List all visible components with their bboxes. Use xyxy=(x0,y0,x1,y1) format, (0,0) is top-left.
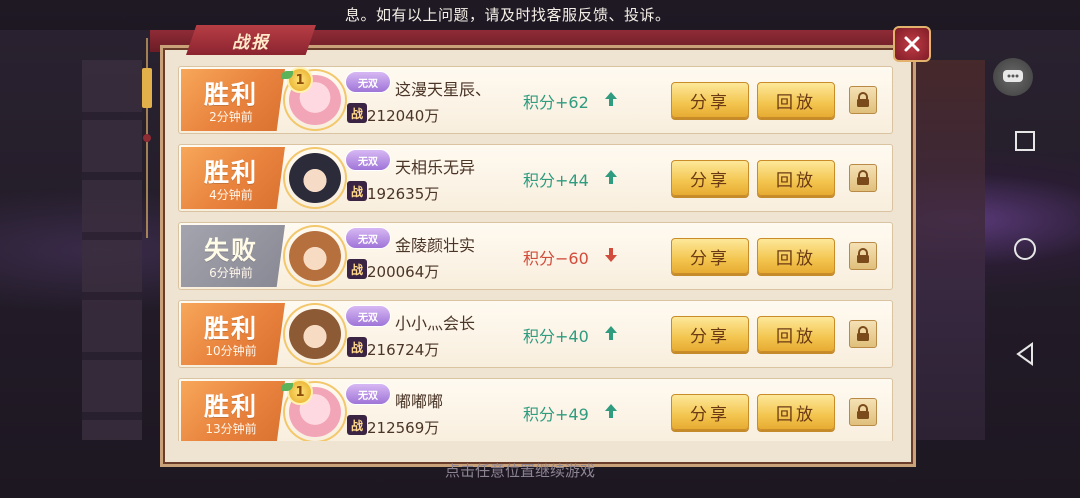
close-button[interactable] xyxy=(893,26,931,62)
opponent-power: 200064万 xyxy=(367,263,440,281)
lock-icon[interactable] xyxy=(849,320,877,348)
replay-button[interactable]: 回放 xyxy=(757,394,835,430)
recent-apps-button[interactable] xyxy=(1002,118,1048,164)
dialog-title: 战报 xyxy=(186,25,316,55)
home-button[interactable] xyxy=(1002,226,1048,272)
rank-medal-icon: 1 xyxy=(281,67,313,93)
result-badge: 失败 6分钟前 xyxy=(181,225,285,287)
battle-power-icon: 战 xyxy=(347,337,367,357)
tier-badge-icon: 无双 xyxy=(345,383,391,405)
opponent-name: 小小灬会长 xyxy=(395,314,476,333)
battle-record-row: 胜利 2分钟前 1 无双 战 这漫天星辰、 212040万 积分+62 分享 回… xyxy=(178,66,893,134)
opponent-name: 天相乐无异 xyxy=(395,158,476,177)
replay-button[interactable]: 回放 xyxy=(757,160,835,196)
replay-button[interactable]: 回放 xyxy=(757,238,835,274)
continue-hint[interactable]: 点击任意位置继续游戏 xyxy=(0,460,1080,481)
result-badge: 胜利 13分钟前 xyxy=(181,381,285,441)
battle-record-row: 胜利 10分钟前 无双 战 小小灬会长 216724万 积分+40 分享 回放 xyxy=(178,300,893,368)
result-label: 胜利 xyxy=(203,314,258,343)
lock-icon[interactable] xyxy=(849,164,877,192)
arrow-up-icon xyxy=(603,323,619,343)
opponent-avatar[interactable] xyxy=(283,303,347,365)
result-label: 胜利 xyxy=(203,80,258,109)
close-icon xyxy=(904,36,920,52)
share-button[interactable]: 分享 xyxy=(671,82,749,118)
battle-power-icon: 战 xyxy=(347,415,367,435)
share-button[interactable]: 分享 xyxy=(671,394,749,430)
opponent-power: 212569万 xyxy=(367,419,440,437)
share-button[interactable]: 分享 xyxy=(671,160,749,196)
battle-record-row: 胜利 13分钟前 1 无双 战 嘟嘟嘟 212569万 积分+49 分享 回放 xyxy=(178,378,893,441)
tier-badge-icon: 无双 xyxy=(345,305,391,327)
arrow-up-icon xyxy=(603,401,619,421)
result-badge: 胜利 10分钟前 xyxy=(181,303,285,365)
background-side-panel xyxy=(905,60,985,440)
lock-icon[interactable] xyxy=(849,242,877,270)
battle-time: 10分钟前 xyxy=(205,344,257,358)
battle-record-row: 失败 6分钟前 无双 战 金陵颜壮实 200064万 积分−60 分享 回放 xyxy=(178,222,893,290)
arrow-up-icon xyxy=(603,89,619,109)
tier-badge-icon: 无双 xyxy=(345,149,391,171)
battle-power-icon: 战 xyxy=(347,103,367,123)
battle-time: 6分钟前 xyxy=(209,266,253,280)
battle-time: 4分钟前 xyxy=(209,188,253,202)
background-hero-list xyxy=(82,60,142,440)
score-change: 积分−60 xyxy=(523,249,589,268)
share-button[interactable]: 分享 xyxy=(671,316,749,352)
lock-icon[interactable] xyxy=(849,398,877,426)
arrow-up-icon xyxy=(603,167,619,187)
lantern-decoration xyxy=(140,38,154,238)
opponent-power: 212040万 xyxy=(367,107,440,125)
battle-record-list[interactable]: 胜利 2分钟前 1 无双 战 这漫天星辰、 212040万 积分+62 分享 回… xyxy=(178,66,893,441)
score-change: 积分+40 xyxy=(523,327,589,346)
opponent-power: 192635万 xyxy=(367,185,440,203)
opponent-avatar[interactable] xyxy=(283,147,347,209)
replay-button[interactable]: 回放 xyxy=(757,316,835,352)
result-label: 胜利 xyxy=(203,158,258,187)
battle-power-icon: 战 xyxy=(347,181,367,201)
result-label: 失败 xyxy=(203,236,258,265)
arrow-down-icon xyxy=(603,245,619,265)
back-button[interactable] xyxy=(1002,331,1048,377)
battle-record-row: 胜利 4分钟前 无双 战 天相乐无异 192635万 积分+44 分享 回放 xyxy=(178,144,893,212)
opponent-power: 216724万 xyxy=(367,341,440,359)
result-label: 胜利 xyxy=(203,392,258,421)
opponent-name: 金陵颜壮实 xyxy=(395,236,476,255)
tier-badge-icon: 无双 xyxy=(345,227,391,249)
result-badge: 胜利 4分钟前 xyxy=(181,147,285,209)
battle-power-icon: 战 xyxy=(347,259,367,279)
replay-button[interactable]: 回放 xyxy=(757,82,835,118)
rank-medal-icon: 1 xyxy=(281,379,313,405)
battle-time: 13分钟前 xyxy=(205,422,257,436)
opponent-name: 这漫天星辰、 xyxy=(395,80,492,99)
score-change: 积分+44 xyxy=(523,171,589,190)
lock-icon[interactable] xyxy=(849,86,877,114)
tier-badge-icon: 无双 xyxy=(345,71,391,93)
score-change: 积分+62 xyxy=(523,93,589,112)
result-badge: 胜利 2分钟前 xyxy=(181,69,285,131)
system-navigation-bar xyxy=(990,0,1080,498)
score-change: 积分+49 xyxy=(523,405,589,424)
opponent-name: 嘟嘟嘟 xyxy=(395,392,444,411)
share-button[interactable]: 分享 xyxy=(671,238,749,274)
battle-time: 2分钟前 xyxy=(209,110,253,124)
opponent-avatar[interactable] xyxy=(283,225,347,287)
